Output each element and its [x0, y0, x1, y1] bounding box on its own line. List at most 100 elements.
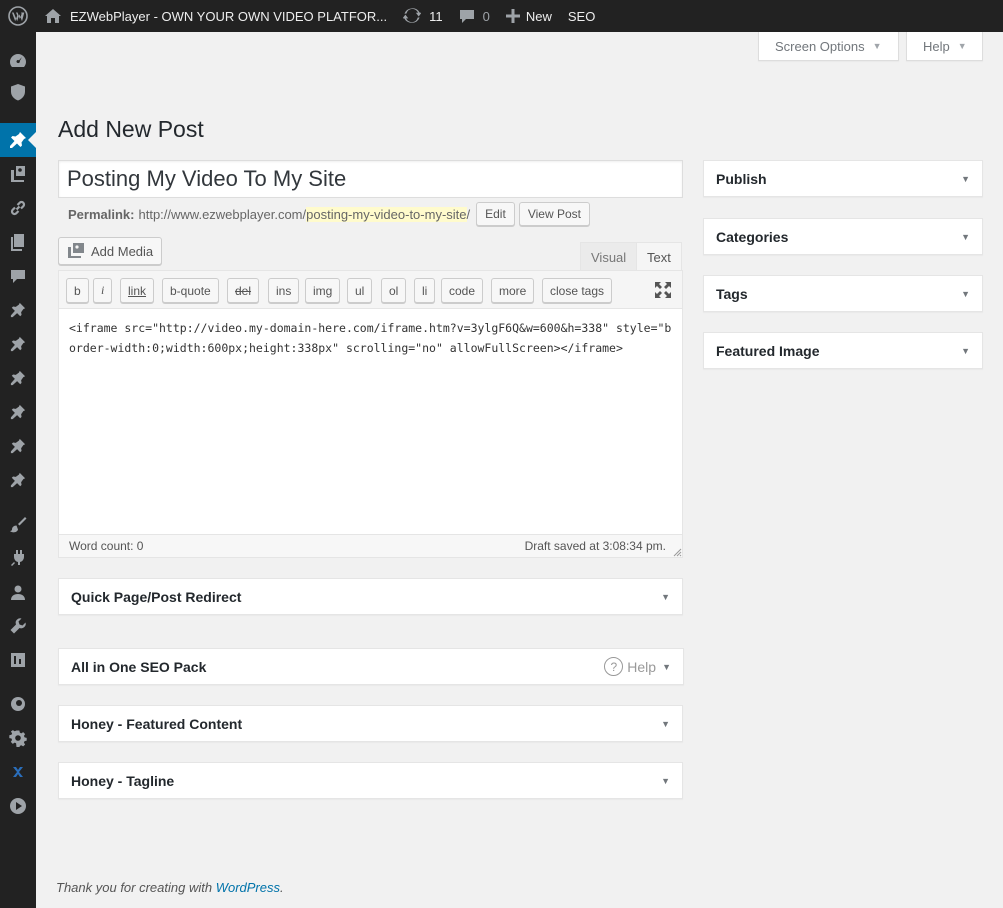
pin-icon[interactable]	[0, 327, 36, 361]
refresh-icon	[403, 8, 422, 23]
publish-box[interactable]: Publish ▼	[703, 160, 983, 197]
caret-down-icon[interactable]: ▼	[661, 719, 670, 729]
caret-down-icon[interactable]: ▼	[961, 346, 970, 356]
pages-icon[interactable]	[0, 225, 36, 259]
quicktag-bold-button[interactable]: b	[66, 278, 89, 303]
add-media-button[interactable]: Add Media	[58, 237, 163, 265]
permalink-base[interactable]: http://www.ezwebplayer.com/	[138, 207, 306, 222]
settings-sliders-icon[interactable]	[0, 643, 36, 677]
question-icon: ?	[604, 657, 624, 676]
comments-link[interactable]: 0	[451, 0, 498, 32]
tags-box[interactable]: Tags ▼	[703, 275, 983, 312]
honey-featured-box[interactable]: Honey - Featured Content ▼	[58, 705, 683, 742]
comments-count: 0	[482, 8, 490, 24]
caret-down-icon[interactable]: ▼	[961, 289, 970, 299]
honey-tagline-box[interactable]: Honey - Tagline ▼	[58, 762, 683, 799]
shield-icon[interactable]	[0, 75, 36, 109]
footer-credit: Thank you for creating with WordPress.	[56, 880, 284, 895]
new-label: New	[525, 8, 552, 24]
posts-pin-icon[interactable]	[0, 123, 36, 157]
pin-icon[interactable]	[0, 429, 36, 463]
categories-box[interactable]: Categories ▼	[703, 218, 983, 255]
links-icon[interactable]	[0, 191, 36, 225]
help-button[interactable]: Help ▼	[906, 32, 983, 61]
caret-down-icon: ▼	[872, 41, 882, 51]
quicktag-img-button[interactable]: img	[305, 278, 341, 303]
comment-icon	[459, 10, 474, 23]
gear-icon[interactable]	[0, 721, 36, 755]
quicktag-li-button[interactable]: li	[414, 278, 436, 303]
quicktag-more-button[interactable]: more	[491, 278, 535, 303]
new-content-link[interactable]: New	[498, 0, 560, 32]
users-icon[interactable]	[0, 575, 36, 609]
screen-options-button[interactable]: Screen Options ▼	[758, 32, 899, 61]
tab-text[interactable]: Text	[636, 242, 682, 271]
edit-permalink-button[interactable]: Edit	[476, 202, 515, 226]
honey-featured-title: Honey - Featured Content	[71, 715, 243, 732]
pin-icon[interactable]	[0, 395, 36, 429]
honey-tagline-title: Honey - Tagline	[71, 772, 175, 789]
site-name-link[interactable]: EZWebPlayer - OWN YOUR OWN VIDEO PLATFOR…	[36, 0, 395, 32]
word-count: Word count: 0	[69, 539, 144, 553]
help-label: Help	[923, 38, 950, 54]
footer-period: .	[280, 880, 284, 895]
play-circle-icon[interactable]	[0, 789, 36, 823]
permalink-trail: /	[466, 206, 471, 222]
page-title: Add New Post	[58, 116, 204, 142]
caret-down-icon: ▼	[957, 41, 967, 51]
aioseo-title: All in One SEO Pack	[71, 658, 207, 675]
caret-down-icon[interactable]: ▼	[661, 776, 670, 786]
seo-menu-link[interactable]: SEO	[560, 0, 603, 32]
quicktag-italic-button[interactable]: i	[93, 278, 113, 303]
pin-icon[interactable]	[0, 361, 36, 395]
wordpress-link[interactable]: WordPress	[216, 880, 280, 895]
dashboard-icon[interactable]	[0, 44, 36, 78]
pin-icon[interactable]	[0, 463, 36, 497]
text-editor: b i link b-quote del ins img ul ol li co…	[58, 270, 683, 558]
plugin-x-icon[interactable]	[0, 755, 36, 789]
quick-redirect-title: Quick Page/Post Redirect	[71, 588, 242, 605]
media-icon[interactable]	[0, 157, 36, 191]
wordpress-logo-icon[interactable]	[0, 0, 36, 32]
appearance-brush-icon[interactable]	[0, 507, 36, 541]
featured-image-box[interactable]: Featured Image ▼	[703, 332, 983, 369]
caret-down-icon[interactable]: ▼	[662, 662, 671, 672]
permalink-slug[interactable]: posting-my-video-to-my-site	[306, 206, 467, 222]
quicktag-close-tags-button[interactable]: close tags	[542, 278, 613, 303]
post-title-input[interactable]: Posting My Video To My Site	[58, 160, 683, 198]
tab-visual[interactable]: Visual	[580, 242, 638, 271]
aioseo-box[interactable]: All in One SEO Pack ? Help ▼	[58, 648, 684, 685]
resize-handle-icon[interactable]	[672, 547, 682, 557]
aioseo-help-link[interactable]: ? Help	[604, 657, 656, 676]
caret-down-icon[interactable]: ▼	[661, 592, 670, 602]
media-icon	[68, 243, 84, 258]
caret-down-icon[interactable]: ▼	[961, 232, 970, 242]
quicktag-ol-button[interactable]: ol	[381, 278, 407, 303]
plugins-icon[interactable]	[0, 541, 36, 575]
quicktag-ul-button[interactable]: ul	[347, 278, 373, 303]
comments-icon[interactable]	[0, 259, 36, 293]
categories-title: Categories	[716, 228, 789, 245]
updates-count: 11	[429, 8, 443, 24]
tools-wrench-icon[interactable]	[0, 609, 36, 643]
updates-link[interactable]: 11	[395, 0, 451, 32]
editor-status-bar: Word count: 0 Draft saved at 3:08:34 pm.	[59, 534, 682, 557]
permalink-row: Permalink: http://www.ezwebplayer.com/po…	[68, 202, 590, 226]
content-textarea[interactable]: <iframe src="http://video.my-domain-here…	[59, 309, 682, 535]
quick-redirect-box[interactable]: Quick Page/Post Redirect ▼	[58, 578, 683, 615]
seo-circle-icon[interactable]	[0, 687, 36, 721]
view-post-button[interactable]: View Post	[518, 202, 590, 226]
quicktag-link-button[interactable]: link	[120, 278, 155, 303]
pin-icon[interactable]	[0, 293, 36, 327]
footer-text: Thank you for creating with	[56, 880, 216, 895]
quicktags-toolbar: b i link b-quote del ins img ul ol li co…	[59, 271, 682, 309]
quicktag-ins-button[interactable]: ins	[268, 278, 300, 303]
quicktag-del-button[interactable]: del	[227, 278, 260, 303]
quicktag-code-button[interactable]: code	[441, 278, 484, 303]
screen-options-label: Screen Options	[775, 38, 865, 54]
quicktag-bquote-button[interactable]: b-quote	[162, 278, 219, 303]
tags-title: Tags	[716, 285, 748, 302]
fullscreen-expand-icon[interactable]	[654, 281, 672, 302]
aioseo-help-label: Help	[627, 658, 657, 675]
caret-down-icon[interactable]: ▼	[961, 174, 970, 184]
